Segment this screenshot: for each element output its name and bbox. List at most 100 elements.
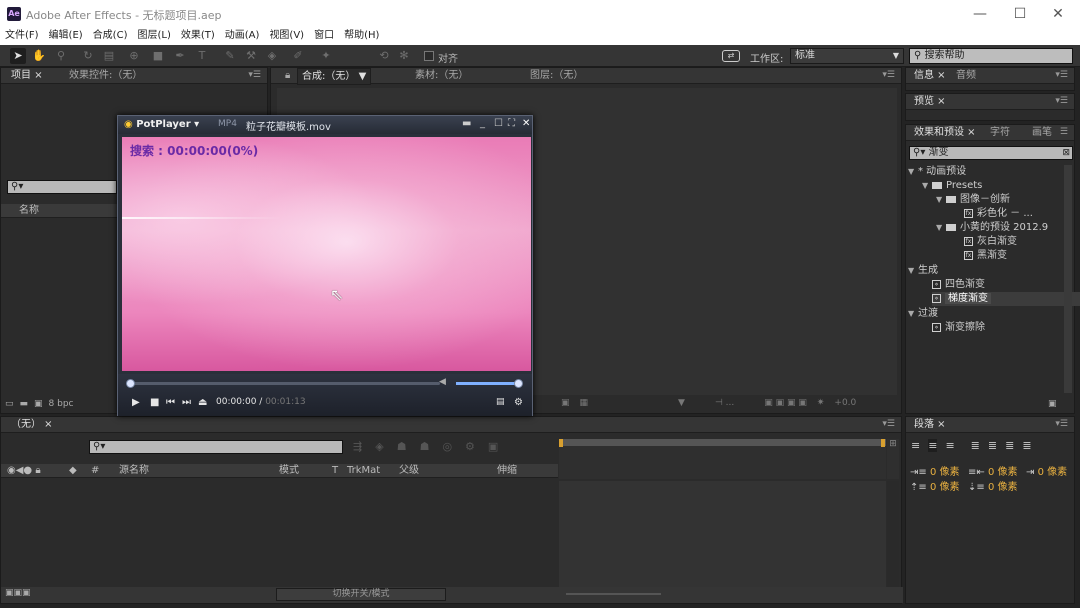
- work-area-end-handle[interactable]: [881, 439, 885, 447]
- pan-behind-tool-icon[interactable]: ⊕: [126, 48, 142, 64]
- tree-folder-2[interactable]: ▼ 小黄的预设 2012.9: [936, 221, 1048, 235]
- close-tab-icon[interactable]: ×: [34, 70, 42, 81]
- timeline-scrollbar[interactable]: [887, 481, 899, 587]
- eject-icon[interactable]: ⏏: [198, 397, 207, 408]
- tree-presets[interactable]: ▼ Presets: [922, 179, 982, 193]
- local-axis-icon[interactable]: ⟲: [376, 48, 392, 64]
- brush-tool-icon[interactable]: ✎: [222, 48, 238, 64]
- menu-help[interactable]: 帮助(H): [339, 28, 384, 44]
- menu-edit[interactable]: 编辑(E): [44, 28, 88, 44]
- panel-menu-icon[interactable]: ▾☰: [248, 70, 261, 80]
- roto-brush-tool-icon[interactable]: ✐: [290, 48, 306, 64]
- new-folder-icon[interactable]: ▬: [20, 399, 29, 409]
- menu-file[interactable]: 文件(F): [0, 28, 44, 44]
- timeline-track-area[interactable]: [559, 481, 886, 587]
- type-tool-icon[interactable]: T: [194, 48, 210, 64]
- comp-mini-flowchart-icon[interactable]: ⇶: [353, 440, 362, 453]
- col-source-name[interactable]: 源名称: [119, 464, 149, 478]
- tab-footage[interactable]: 素材:（无）: [411, 68, 472, 84]
- tab-effects-presets[interactable]: 效果和预设 ×: [910, 125, 980, 141]
- playlist-icon[interactable]: ▤: [496, 397, 505, 407]
- zoom-tool-icon[interactable]: ⚲: [53, 48, 69, 64]
- grid-icon[interactable]: ▦: [580, 398, 589, 408]
- col-trkmat[interactable]: TrkMat: [347, 464, 380, 478]
- work-area-bar[interactable]: [559, 439, 886, 446]
- col-t[interactable]: T: [332, 464, 338, 478]
- tab-composition[interactable]: 合成:（无） ▼: [297, 68, 372, 85]
- indent-left[interactable]: ⇥≡ 0 像素: [910, 463, 959, 478]
- tab-timeline-none[interactable]: （无） ×: [7, 417, 57, 433]
- menu-window[interactable]: 窗口: [309, 28, 339, 44]
- col-stretch[interactable]: 伸缩: [497, 464, 517, 478]
- mask-tool-icon[interactable]: ■: [150, 48, 166, 64]
- indent-left-value[interactable]: 0 像素: [930, 467, 960, 478]
- potplayer-close-icon[interactable]: ✕: [522, 118, 530, 129]
- volume-handle[interactable]: [514, 379, 523, 388]
- space-after[interactable]: ⇣≡ 0 像素: [968, 478, 1017, 493]
- puppet-tool-icon[interactable]: ✦: [318, 48, 334, 64]
- timeline-footer-icons[interactable]: ▣▣▣: [5, 588, 31, 598]
- potplayer-menu-icon[interactable]: ▬: [462, 118, 471, 129]
- tree-item-3[interactable]: fx 黑渐变: [964, 249, 1007, 263]
- new-comp-icon[interactable]: ▣: [34, 399, 43, 409]
- camera-tool-icon[interactable]: ▤: [101, 48, 117, 64]
- stop-icon[interactable]: ■: [150, 397, 159, 408]
- project-search-input[interactable]: ⚲▾: [7, 180, 117, 194]
- panel-menu-icon[interactable]: ▾☰: [882, 419, 895, 429]
- label-icon[interactable]: ◆: [69, 464, 77, 478]
- tab-character[interactable]: 字符: [986, 125, 1014, 141]
- tab-info[interactable]: 信息 ×: [910, 68, 950, 84]
- camera-dropdown[interactable]: ⊣ ...: [715, 398, 734, 408]
- lock-icon[interactable]: 🔒︎: [281, 68, 294, 84]
- tree-folder-1[interactable]: ▼ 图像－创新: [936, 193, 1010, 207]
- new-preset-icon[interactable]: ▣: [1048, 399, 1057, 409]
- tree-item-2[interactable]: fx 灰白渐变: [964, 235, 1017, 249]
- panel-menu-icon[interactable]: ▾☰: [1055, 70, 1068, 80]
- menu-view[interactable]: 视图(V): [264, 28, 309, 44]
- tree-gen-1[interactable]: ⋄ 四色渐变: [932, 278, 985, 292]
- search-help-input[interactable]: ⚲ 搜索帮助: [909, 48, 1073, 64]
- view-dropdown-icon[interactable]: ▼: [678, 398, 685, 408]
- av-switches-icon[interactable]: ◉◀● 🔒︎: [7, 464, 41, 478]
- effects-scrollbar[interactable]: [1064, 165, 1072, 393]
- timeline-search-input[interactable]: ⚲▾: [89, 440, 343, 454]
- potplayer-title-bar[interactable]: ◉ PotPlayer ▾ MP4 粒子花瓣模板.mov ▬ _ ☐ ⛶ ✕: [118, 116, 532, 134]
- indent-right-value[interactable]: 0 像素: [988, 467, 1018, 478]
- selection-tool-icon[interactable]: ➤: [10, 48, 26, 64]
- fast-preview-icon[interactable]: ▣ ▣ ▣ ▣: [764, 398, 807, 408]
- motion-blur-icon[interactable]: ◎: [442, 440, 452, 453]
- seek-bar[interactable]: [126, 379, 440, 388]
- tab-effects-controls[interactable]: 效果控件:（无）: [65, 68, 146, 84]
- align-right-icon[interactable]: ≡: [945, 439, 954, 452]
- space-before-value[interactable]: 0 像素: [930, 482, 960, 493]
- workspace-select[interactable]: 标准 ▼: [790, 48, 904, 64]
- bpc-label[interactable]: 8 bpc: [49, 399, 74, 409]
- graph-editor-icon[interactable]: ▣: [488, 440, 498, 453]
- tab-project[interactable]: 项目 ×: [7, 68, 47, 84]
- zoom-out-timeline-icon[interactable]: ⊞: [887, 439, 899, 479]
- previous-icon[interactable]: ⏮: [166, 397, 175, 408]
- indent-right[interactable]: ≡⇤ 0 像素: [968, 463, 1017, 478]
- time-ruler[interactable]: [559, 439, 886, 479]
- menu-animation[interactable]: 动画(A): [220, 28, 265, 44]
- tab-preview[interactable]: 预览 ×: [910, 94, 950, 110]
- tab-paint[interactable]: 画笔: [1028, 125, 1056, 141]
- workspace-icon[interactable]: ⇄: [722, 50, 740, 62]
- shy-icon[interactable]: ☗: [397, 440, 407, 453]
- tree-generate[interactable]: ▼ 生成: [908, 264, 938, 278]
- effects-search-input[interactable]: ⚲▾ 渐变 ⊠: [909, 146, 1073, 160]
- volume-slider[interactable]: [456, 379, 523, 388]
- tree-tr-1[interactable]: ⋄ 渐变擦除: [932, 321, 985, 335]
- col-mode[interactable]: 模式: [279, 464, 299, 478]
- hand-tool-icon[interactable]: ✋: [31, 48, 47, 64]
- align-left-icon[interactable]: ≡: [911, 439, 920, 452]
- align-center-icon[interactable]: ≡: [928, 439, 938, 452]
- draft-3d-icon[interactable]: ◈: [375, 440, 383, 453]
- speaker-icon[interactable]: ◀: [439, 377, 446, 387]
- potplayer-minimize-icon[interactable]: _: [480, 118, 485, 129]
- align-checkbox[interactable]: [424, 51, 434, 61]
- tree-transition[interactable]: ▼ 过渡: [908, 307, 938, 321]
- work-area-start-handle[interactable]: [559, 439, 563, 447]
- menu-effect[interactable]: 效果(T): [176, 28, 220, 44]
- timeline-zoom-slider[interactable]: [566, 593, 661, 595]
